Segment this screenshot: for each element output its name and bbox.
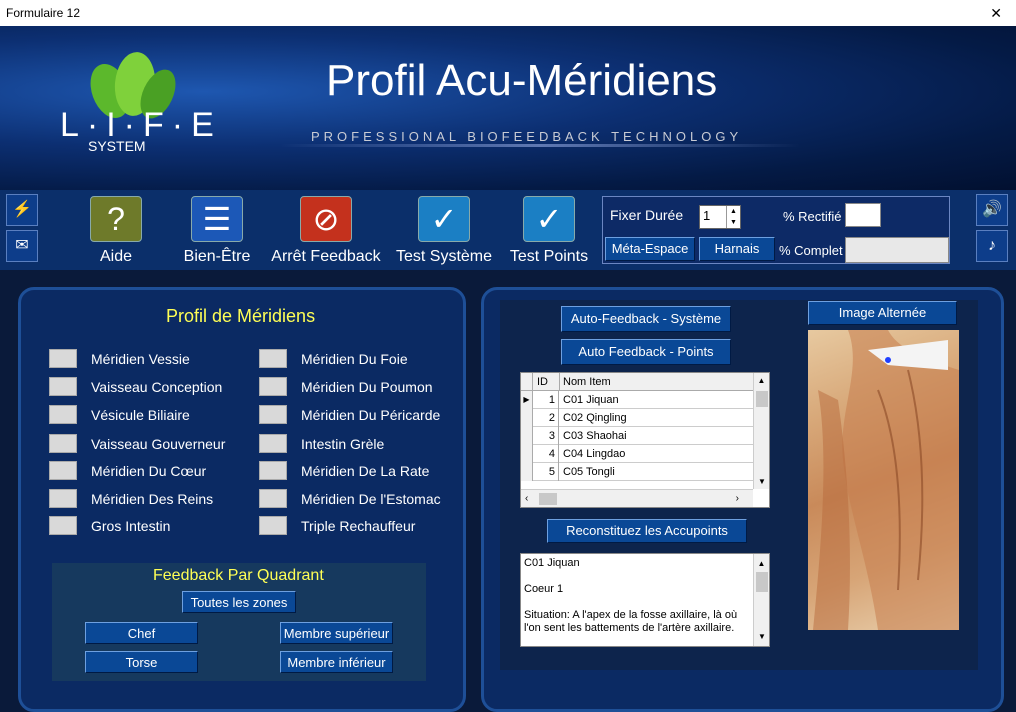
acupoint-detail-text[interactable]: C01 Jiquan Coeur 1 Situation: A l'apex d… <box>520 553 770 647</box>
test-system-label: Test Système <box>395 248 493 265</box>
help-label: Aide <box>99 248 133 265</box>
table-row[interactable]: 5 C05 Tongli <box>521 463 753 481</box>
meridian-checkbox[interactable] <box>259 489 287 508</box>
auto-feedback-points-button[interactable]: Auto Feedback - Points <box>561 339 731 365</box>
rectifie-label: % Rectifié <box>783 209 842 224</box>
duration-controls: Fixer Durée 1 ▲ ▼ % Rectifié Méta-Espace … <box>602 196 950 264</box>
scroll-up-icon[interactable]: ▲ <box>754 376 769 385</box>
close-icon[interactable]: ✕ <box>990 5 1002 22</box>
document-icon: ☰ <box>191 196 243 242</box>
meridian-checkbox[interactable] <box>49 489 77 508</box>
window-titlebar: Formulaire 12 ✕ <box>0 0 1016 26</box>
tagline: PROFESSIONAL BIOFEEDBACK TECHNOLOGY <box>311 129 743 144</box>
col-name-header: Nom Item <box>563 376 611 388</box>
window-title: Formulaire 12 <box>6 6 81 20</box>
meridian-checkbox[interactable] <box>259 516 287 535</box>
scroll-left-icon[interactable]: ‹ <box>525 493 528 504</box>
test-system-button[interactable]: ✓ Test Système <box>394 196 494 266</box>
wellness-button[interactable]: ☰ Bien-Être <box>178 196 256 266</box>
detail-line-3: Situation: A l'apex de la fosse axillair… <box>524 609 738 634</box>
complet-field <box>845 237 949 263</box>
meridian-checkbox[interactable] <box>259 461 287 480</box>
speaker-icon[interactable]: 🔊 <box>976 194 1008 226</box>
music-note-icon[interactable]: ♪ <box>976 230 1008 262</box>
table-row[interactable]: 2 C02 Qingling <box>521 409 753 427</box>
arm-muscle-illustration <box>813 330 959 630</box>
fixer-duree-label: Fixer Durée <box>610 207 684 223</box>
alternate-image-button[interactable]: Image Alternée <box>808 301 957 325</box>
stop-feedback-label: Arrêt Feedback <box>271 248 381 265</box>
head-button[interactable]: Chef <box>85 622 198 644</box>
page-title: Profil Acu-Méridiens <box>326 56 718 105</box>
spinner-arrows-icon[interactable]: ▲ ▼ <box>726 206 740 228</box>
meridian-profile-title: Profil de Méridiens <box>166 306 316 326</box>
scroll-thumb[interactable] <box>756 572 768 592</box>
table-horizontal-scrollbar[interactable]: ‹ › <box>521 489 753 507</box>
decorative-streak <box>280 144 800 147</box>
chat-icon[interactable]: ✉ <box>6 230 38 262</box>
lower-limb-button[interactable]: Membre inférieur <box>280 651 393 673</box>
detail-line-2: Coeur 1 <box>524 583 564 595</box>
meridian-checkbox[interactable] <box>259 434 287 453</box>
wellness-label: Bien-Être <box>183 248 251 265</box>
scroll-down-icon[interactable]: ▼ <box>754 477 770 486</box>
checkbox-icon: ✓ <box>523 196 575 242</box>
scroll-thumb[interactable] <box>756 391 768 407</box>
duration-spinner[interactable]: 1 ▲ ▼ <box>699 205 741 229</box>
meridian-checkbox[interactable] <box>49 516 77 535</box>
stop-icon: ⊘ <box>300 196 352 242</box>
meridian-checkbox[interactable] <box>49 405 77 424</box>
torso-button[interactable]: Torse <box>85 651 198 673</box>
header-indicator <box>521 373 533 391</box>
hscroll-thumb[interactable] <box>539 493 557 505</box>
meridian-checkbox[interactable] <box>49 434 77 453</box>
header-banner: L·I·F·E SYSTEM Profil Acu-Méridiens PROF… <box>0 26 1016 190</box>
meridian-checkbox[interactable] <box>259 349 287 368</box>
upper-limb-button[interactable]: Membre supérieur <box>280 622 393 644</box>
meridian-checkbox[interactable] <box>49 349 77 368</box>
complet-label: % Complet <box>779 243 843 258</box>
toolbar: ⚡ ✉ ? Aide ☰ Bien-Être ⊘ Arrêt Feedback … <box>0 190 1016 270</box>
col-divider <box>559 373 560 391</box>
scroll-down-icon[interactable]: ▼ <box>754 630 770 643</box>
col-id-header: ID <box>537 376 548 388</box>
acupoint-table: ID Nom Item ▶ 1 C01 Jiquan 2 C02 Qingling 3… <box>520 372 770 508</box>
table-vertical-scrollbar[interactable]: ▲ ▼ <box>753 373 769 489</box>
all-zones-button[interactable]: Toutes les zones <box>182 591 296 613</box>
meridian-checkbox[interactable] <box>259 377 287 396</box>
detail-scrollbar[interactable]: ▲ ▼ <box>753 554 769 646</box>
auto-feedback-system-button[interactable]: Auto-Feedback - Système <box>561 306 731 332</box>
rebuild-acupoints-button[interactable]: Reconstituez les Accupoints <box>547 519 747 543</box>
test-points-button[interactable]: ✓ Test Points <box>506 196 592 266</box>
table-row[interactable]: ▶ 1 C01 Jiquan <box>521 391 753 409</box>
row-pointer-icon: ▶ <box>521 391 533 409</box>
scroll-right-icon[interactable]: › <box>736 493 739 504</box>
test-points-label: Test Points <box>509 248 589 265</box>
table-row[interactable]: 4 C04 Lingdao <box>521 445 753 463</box>
meridian-checkbox[interactable] <box>259 405 287 424</box>
wand-icon[interactable]: ⚡ <box>6 194 38 226</box>
detail-line-1: C01 Jiquan <box>524 557 580 569</box>
scroll-up-icon[interactable]: ▲ <box>754 557 769 570</box>
help-button[interactable]: ? Aide <box>86 196 146 266</box>
quadrant-title: Feedback Par Quadrant <box>153 567 324 584</box>
logo-subtext: SYSTEM <box>88 138 146 154</box>
meridian-checkbox[interactable] <box>49 461 77 480</box>
meta-espace-button[interactable]: Méta-Espace <box>605 237 695 261</box>
table-header: ID Nom Item <box>521 373 753 391</box>
table-row[interactable]: 3 C03 Shaohai <box>521 427 753 445</box>
stop-feedback-button[interactable]: ⊘ Arrêt Feedback <box>268 196 384 266</box>
anatomy-image <box>808 330 959 630</box>
question-icon: ? <box>90 196 142 242</box>
harnais-button[interactable]: Harnais <box>699 237 775 261</box>
checkbox-icon: ✓ <box>418 196 470 242</box>
duration-value: 1 <box>703 208 711 223</box>
rectifie-field[interactable] <box>845 203 881 227</box>
meridian-checkbox[interactable] <box>49 377 77 396</box>
